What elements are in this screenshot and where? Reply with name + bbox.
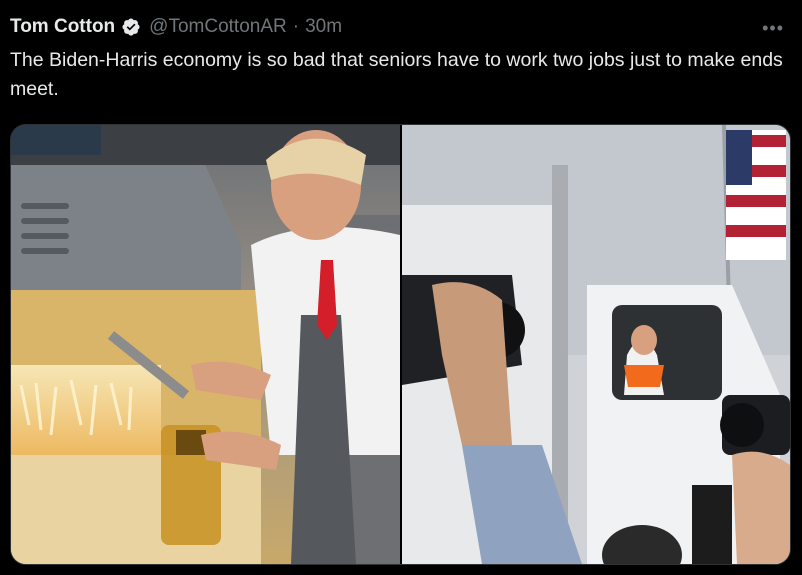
garbage-truck-cab-photo[interactable]: [402, 125, 790, 564]
more-horizontal-icon[interactable]: •••: [762, 18, 784, 39]
tweet-header: Tom Cotton @TomCottonAR · 30m •••: [10, 14, 792, 40]
verified-badge-icon: [121, 17, 141, 37]
author-name[interactable]: Tom Cotton: [10, 16, 115, 38]
author-handle[interactable]: @TomCottonAR: [149, 16, 287, 38]
separator-dot: ·: [292, 16, 300, 37]
timestamp[interactable]: 30m: [305, 16, 342, 38]
tweet-text: The Biden-Harris economy is so bad that …: [10, 49, 783, 100]
tweet-media[interactable]: [10, 124, 791, 565]
fast-food-fryer-station-photo[interactable]: [11, 125, 400, 564]
